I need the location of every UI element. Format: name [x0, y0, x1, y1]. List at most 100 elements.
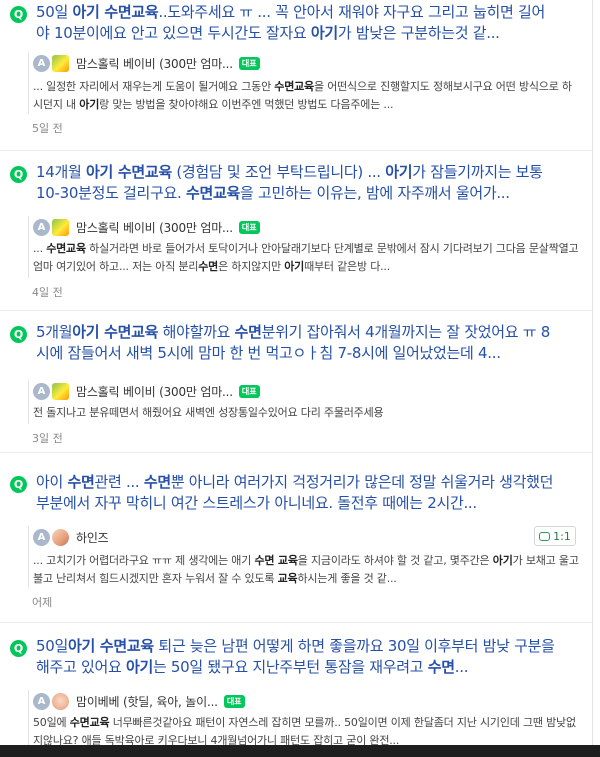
answer-profile[interactable]: A 맘이베베 (핫딜, 육아, 놀이... 대표 [33, 690, 245, 712]
text-segment: (경험담 및 조언 부탁드립니다) ... [171, 163, 386, 181]
scroll-divider [592, 0, 593, 757]
keyword-highlight: 수면교육 [69, 716, 110, 729]
post-date: 4일 전 [32, 286, 63, 299]
answer-profile[interactable]: A 맘스홀릭 베이비 (300만 엄마... 대표 [33, 380, 260, 402]
text-segment: 50일 [36, 637, 68, 655]
avatar: A [33, 528, 50, 546]
answer-profile[interactable]: A 하인즈 [33, 526, 109, 548]
user-avatar-image [52, 528, 69, 546]
divider [0, 622, 592, 623]
keyword-highlight: 아기 [310, 24, 338, 42]
text-segment: 을 지금이라도 하셔야 할 것 같고, 몇주간은 [297, 554, 493, 567]
text-segment: ... [33, 242, 47, 255]
text-segment: 은 하지않지만 [218, 260, 285, 273]
post-date: 5일 전 [32, 122, 63, 135]
question-icon: Q [10, 6, 27, 23]
result-item: Q 아이 수면관련 ... 수면뿐 아니라 여러가지 걱정거리가 많은데 정말 … [0, 462, 592, 612]
text-segment: 해야할까요 [158, 323, 235, 341]
expert-badge: 대표 [223, 694, 245, 708]
keyword-highlight: 수면교육 [274, 80, 314, 93]
search-results-page: Q 50일 아기 수면교육..도와주세요 ㅠ ... 꼭 안아서 재워야 자구요… [0, 0, 600, 757]
result-item: Q 50일아기 수면교육 퇴근 늦은 남편 어떻게 하면 좋을까요 30일 이후… [0, 628, 592, 747]
text-segment: 14개월 [36, 163, 86, 181]
keyword-highlight: 수면 [143, 473, 171, 491]
baby-avatar-image [52, 692, 69, 710]
nickname[interactable]: 맘스홀릭 베이비 (300만 엄마... [76, 55, 233, 72]
result-title[interactable]: 50일아기 수면교육 퇴근 늦은 남편 어떻게 하면 좋을까요 30일 이후부터… [36, 636, 556, 678]
keyword-highlight: 아기 [385, 163, 413, 181]
answer-block: A 하인즈 1:1 ... 고치기가 어렵더라구요 ㅠㅠ 제 생각에는 애기 수… [28, 526, 586, 588]
cafe-avatar-image [52, 382, 69, 400]
comment-bubble-icon [539, 531, 551, 541]
text-segment: ... 고치기가 어렵더라구요 ㅠㅠ 제 생각에는 애기 [33, 554, 255, 567]
post-date: 어제 [32, 596, 53, 609]
question-icon: Q [10, 476, 27, 493]
taskbar-strip [0, 745, 600, 757]
text-segment: 랑 맞는 방법을 찾아야해요 이번주엔 먹했던 방법도 다음주에는 ... [99, 98, 394, 111]
question-icon: Q [10, 326, 27, 343]
answer-snippet[interactable]: ... 고치기가 어렵더라구요 ㅠㅠ 제 생각에는 애기 수면 교육을 지금이라… [33, 552, 581, 588]
keyword-highlight: 아기 수면교육 [68, 637, 154, 655]
answer-block: A 맘스홀릭 베이비 (300만 엄마... 대표 전 돌지나고 분유떼면서 해… [28, 380, 586, 424]
text-segment: ... [454, 658, 469, 676]
expert-badge: 대표 [238, 384, 260, 398]
text-segment: 아이 [36, 473, 68, 491]
keyword-highlight: 수면교육 [186, 184, 241, 202]
divider [0, 150, 592, 151]
nickname[interactable]: 맘이베베 (핫딜, 육아, 놀이... [76, 693, 218, 710]
result-item: Q 14개월 아기 수면교육 (경험담 및 조언 부탁드립니다) ... 아기가… [0, 160, 592, 308]
answer-snippet[interactable]: ... 수면교육 하실거라면 바로 들어가서 토닥이거나 안아달래기보다 단계별… [33, 240, 581, 276]
text-segment: ... 일정한 자리에서 재우는게 도움이 될거예요 그동안 [33, 80, 275, 93]
question-icon: Q [10, 640, 27, 657]
text-segment: 때부터 같은방 다... [304, 260, 391, 273]
cafe-avatar-image [52, 218, 69, 236]
result-title[interactable]: 14개월 아기 수면교육 (경험담 및 조언 부탁드립니다) ... 아기가 잠… [36, 162, 556, 204]
answer-block: A 맘스홀릭 베이비 (300만 엄마... 대표 ... 일정한 자리에서 재… [28, 52, 586, 114]
text-segment: 가 밤낮은 구분하는것 같... [337, 24, 500, 42]
result-title[interactable]: 아이 수면관련 ... 수면뿐 아니라 여러가지 걱정거리가 많은데 정말 쉬울… [36, 472, 556, 514]
nickname[interactable]: 하인즈 [76, 529, 109, 546]
keyword-highlight: 아기 [79, 98, 100, 111]
comment-count: 1:1 [553, 529, 571, 543]
keyword-highlight: 수면교육 [46, 242, 86, 255]
keyword-highlight: 수면 [427, 658, 455, 676]
divider [0, 452, 592, 453]
text-segment: 너무빠른것같아요 패턴이 자연스레 잡히면 모를까.. 50일이면 이제 한달좀… [33, 716, 576, 747]
keyword-highlight: 교육 [277, 572, 298, 585]
text-segment: 50일에 [33, 716, 70, 729]
result-title[interactable]: 50일 아기 수면교육..도와주세요 ㅠ ... 꼭 안아서 재워야 자구요 그… [36, 2, 556, 44]
divider [0, 310, 592, 311]
text-segment: 하시는게 좋을 것 같... [297, 572, 397, 585]
text-segment: 을 고민하는 이유는, 밤에 자주깨서 울어가... [240, 184, 510, 202]
answer-profile[interactable]: A 맘스홀릭 베이비 (300만 엄마... 대표 [33, 216, 260, 238]
text-segment: 관련 ... [94, 473, 144, 491]
avatar: A [33, 54, 50, 72]
answer-snippet[interactable]: ... 일정한 자리에서 재우는게 도움이 될거예요 그동안 수면교육을 어떤식… [33, 78, 581, 114]
keyword-highlight: 수면 [198, 260, 219, 273]
avatar: A [33, 218, 50, 236]
avatar: A [33, 382, 50, 400]
nickname[interactable]: 맘스홀릭 베이비 (300만 엄마... [76, 219, 233, 236]
nickname[interactable]: 맘스홀릭 베이비 (300만 엄마... [76, 383, 233, 400]
keyword-highlight: 아기 수면교육 [72, 3, 159, 21]
expert-badge: 대표 [238, 56, 260, 70]
comment-button[interactable]: 1:1 [534, 526, 576, 546]
text-segment: 전 돌지나고 분유떼면서 해줬어요 새벽엔 성장통일수있어요 다리 주물러주세용 [33, 406, 384, 419]
keyword-highlight: 아기 수면교육 [72, 323, 159, 341]
result-item: Q 50일 아기 수면교육..도와주세요 ㅠ ... 꼭 안아서 재워야 자구요… [0, 0, 592, 150]
keyword-highlight: 수면 [67, 473, 95, 491]
answer-block: A 맘스홀릭 베이비 (300만 엄마... 대표 ... 수면교육 하실거라면… [28, 216, 586, 278]
result-title[interactable]: 5개월아기 수면교육 해야할까요 수면분위기 잡아줘서 4개월까지는 잘 잣었어… [36, 322, 556, 364]
keyword-highlight: 아기 [125, 658, 153, 676]
answer-snippet[interactable]: 전 돌지나고 분유떼면서 해줬어요 새벽엔 성장통일수있어요 다리 주물러주세용 [33, 404, 581, 422]
avatar: A [33, 692, 50, 710]
keyword-highlight: 수면 교육 [254, 554, 298, 567]
cafe-avatar-image [52, 54, 69, 72]
keyword-highlight: 아기 [284, 260, 305, 273]
keyword-highlight: 수면 [234, 323, 262, 341]
keyword-highlight: 아기 [492, 554, 513, 567]
question-icon: Q [10, 166, 27, 183]
text-segment: 5개월 [36, 323, 73, 341]
expert-badge: 대표 [238, 220, 260, 234]
answer-profile[interactable]: A 맘스홀릭 베이비 (300만 엄마... 대표 [33, 52, 260, 74]
